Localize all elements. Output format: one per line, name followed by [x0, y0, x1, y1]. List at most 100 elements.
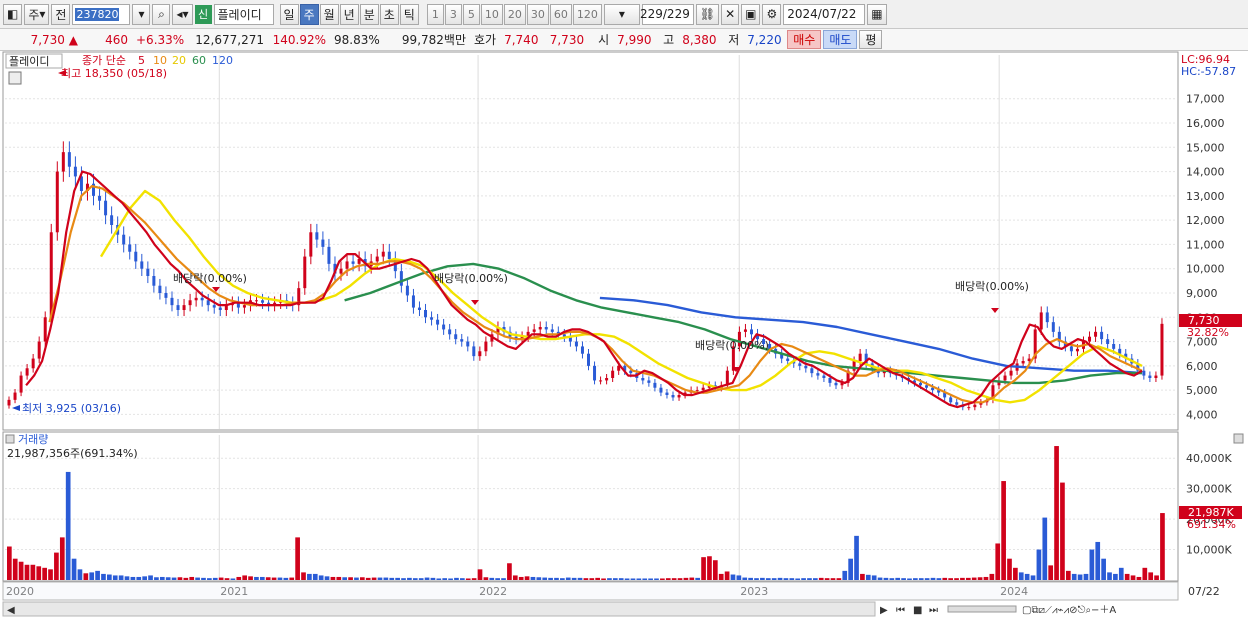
stock-code-value: 237820	[75, 7, 120, 21]
speaker-icon[interactable]: ◂▾	[172, 3, 193, 25]
open-label: 시	[598, 33, 610, 47]
save-icon[interactable]: ▣	[741, 3, 761, 25]
candle-body	[339, 268, 343, 274]
prev-button[interactable]: 전	[51, 3, 71, 25]
volume-toggle-icon[interactable]	[5, 434, 15, 444]
candle-body	[200, 297, 204, 301]
volume-bar	[142, 576, 147, 580]
volume-bar	[954, 578, 959, 580]
volume-bar	[1118, 567, 1124, 580]
stock-code-input[interactable]: 237820	[72, 3, 131, 25]
candle-body	[31, 358, 35, 369]
interval-button[interactable]: 10	[480, 3, 503, 25]
volume-bar	[671, 578, 677, 580]
volume-bar	[1013, 567, 1018, 580]
volume-bar	[254, 576, 259, 580]
interval-button[interactable]: 60	[549, 3, 572, 25]
candle-body	[1051, 322, 1055, 332]
ask-label: 호가	[474, 33, 497, 47]
volume-bar	[224, 578, 230, 580]
period-select[interactable]: 주 ▾	[24, 3, 50, 25]
candle-body	[925, 385, 929, 388]
candle-body	[1148, 375, 1152, 378]
scrollbar[interactable]	[2, 601, 876, 617]
volume-bar	[760, 577, 765, 580]
candle-body	[430, 317, 434, 320]
search-icon[interactable]: ⌕	[152, 3, 171, 25]
code-dropdown-icon[interactable]: ▾	[132, 3, 151, 25]
volume-bar	[301, 572, 306, 580]
interval-button[interactable]: 20	[503, 3, 526, 25]
period-label: 주	[28, 7, 40, 22]
volume-bar	[65, 471, 71, 580]
skip-back-icon[interactable]: ⏮	[896, 605, 905, 616]
volume-bar	[807, 578, 812, 580]
quote-bar: 7,730 ▲ 460 +6.33% 12,677,271 140.92% 98…	[0, 29, 1248, 51]
volume-bar	[1142, 567, 1148, 580]
volume-bar	[660, 578, 665, 580]
period-button[interactable]: 초	[379, 3, 399, 25]
date-field[interactable]: 2024/07/22	[783, 3, 866, 25]
avg-button[interactable]: 평	[859, 30, 883, 49]
interval-dropdown[interactable]: ▾	[603, 3, 640, 25]
sell-button[interactable]: 매도	[823, 30, 858, 49]
skip-forward-icon[interactable]: ⏭	[929, 605, 938, 616]
volume-bar	[1089, 549, 1095, 580]
gear-icon[interactable]: ⚙	[762, 3, 782, 25]
calendar-icon[interactable]: ▦	[867, 3, 887, 25]
zoom-slider[interactable]	[947, 605, 1017, 613]
bar-count-field[interactable]: 229/229	[640, 3, 694, 25]
volume-bar	[1042, 517, 1048, 580]
high-annotation: 최고 18,350 (05/18)	[61, 67, 167, 80]
candle-body	[550, 329, 554, 332]
candle-body	[411, 295, 415, 308]
candle-body	[152, 276, 156, 286]
interval-button[interactable]: 3	[444, 3, 462, 25]
candle-body	[315, 232, 319, 240]
candle-body	[424, 310, 428, 318]
period-button[interactable]: 주	[299, 3, 319, 25]
period-button[interactable]: 년	[339, 3, 359, 25]
volume-bar	[560, 578, 565, 580]
close-icon[interactable]	[1233, 433, 1244, 444]
period-button[interactable]: 일	[279, 3, 299, 25]
period-button[interactable]: 월	[319, 3, 339, 25]
volume-bar	[783, 578, 789, 580]
legend-ma20: 20	[172, 54, 186, 67]
candle-body	[472, 346, 476, 357]
period-button[interactable]: 분	[359, 3, 379, 25]
crosshair-icon[interactable]: ✕	[721, 3, 740, 25]
volume-bar	[377, 577, 383, 580]
dividend-label-1: 배당락(0.00%)	[173, 272, 247, 285]
candle-body	[19, 375, 23, 393]
link-icon[interactable]: ⛓	[695, 3, 720, 25]
volume-bar	[460, 578, 465, 580]
period-button[interactable]: 틱	[399, 3, 419, 25]
volume-bar	[359, 577, 365, 580]
open-value: 7,990	[617, 32, 652, 47]
candle-body	[786, 358, 790, 361]
candle-body	[1088, 336, 1092, 342]
table-icon[interactable]	[8, 71, 22, 85]
volume-bar	[307, 573, 312, 580]
stop-icon[interactable]: ■	[913, 605, 922, 616]
interval-button[interactable]: 5	[462, 3, 480, 25]
volume-bar	[536, 577, 542, 580]
y-tick-label: 9,000	[1186, 287, 1218, 300]
tool-icons[interactable]: ▢⧉⧄⟋⩘⌁⩘⊘⎋⌕−＋A	[1022, 605, 1116, 616]
stock-name-field[interactable]: 플레이디	[213, 3, 274, 25]
y-tick-label: 14,000	[1186, 166, 1225, 179]
volume-bar	[801, 578, 806, 580]
interval-button[interactable]: 30	[526, 3, 549, 25]
interval-button[interactable]: 120	[572, 3, 602, 25]
legend-ma10: 10	[153, 54, 167, 67]
buy-button[interactable]: 매수	[787, 30, 822, 49]
interval-button[interactable]: 1	[426, 3, 444, 25]
window-icon[interactable]: ◧	[3, 3, 23, 25]
scroll-right-icon[interactable]: ▶	[880, 605, 888, 616]
scroll-left-icon[interactable]: ◀	[7, 605, 15, 616]
candle-body	[67, 152, 71, 167]
volume-bar	[889, 578, 895, 580]
volume-bar	[983, 576, 989, 580]
candle-body	[1160, 323, 1164, 376]
